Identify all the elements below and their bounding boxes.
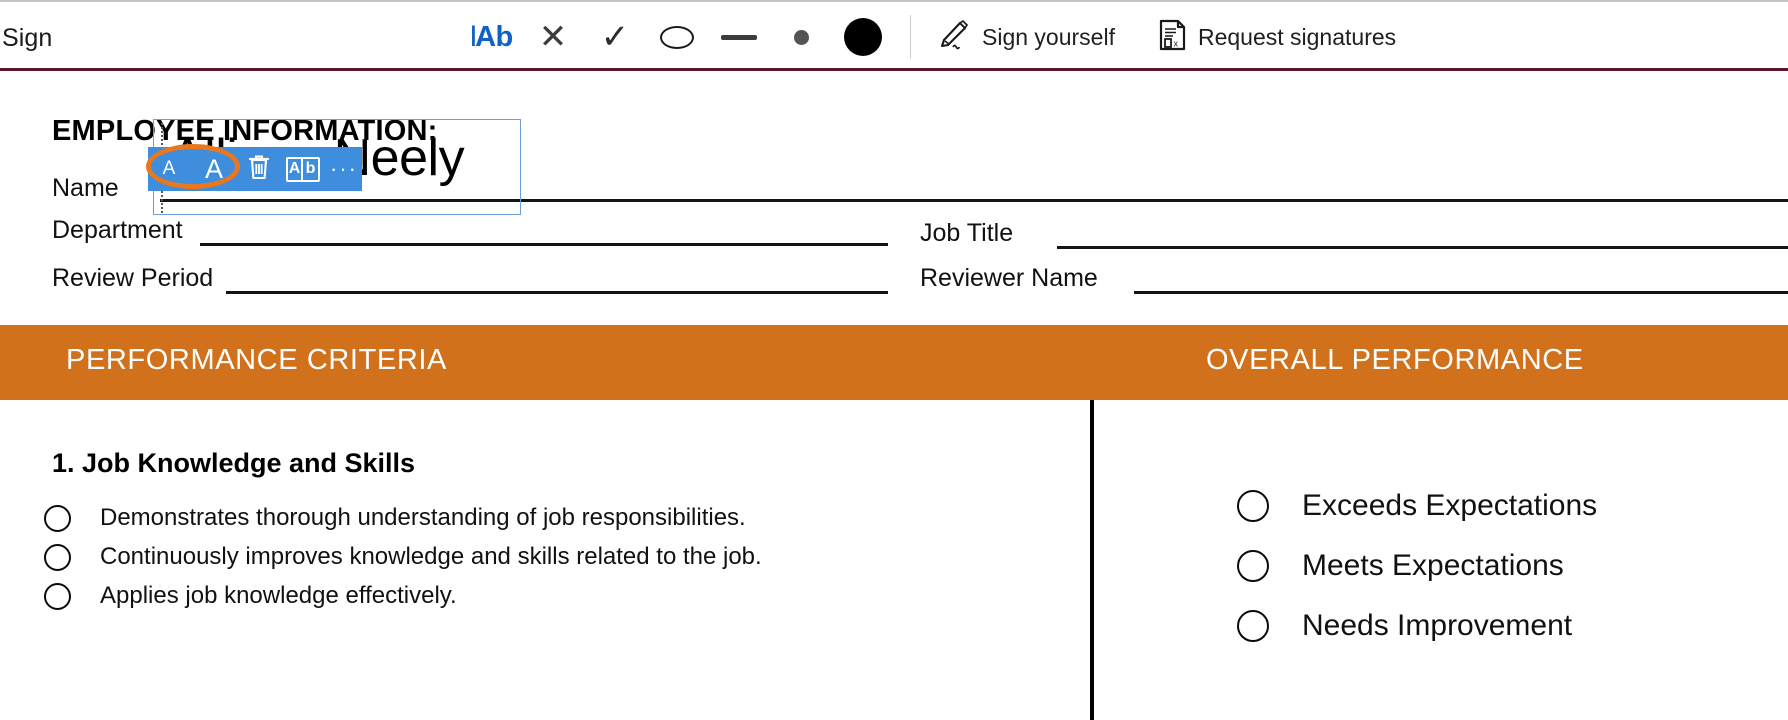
trash-icon — [248, 154, 270, 185]
document-canvas[interactable]: EMPLOYEE INFORMATION: Name Department Jo… — [0, 71, 1788, 720]
criteria-item-2[interactable]: Continuously improves knowledge and skil… — [44, 543, 762, 571]
field-label-review-period: Review Period — [52, 264, 214, 292]
field-label-name: Name — [52, 174, 119, 202]
banner-performance-criteria: PERFORMANCE CRITERIA — [66, 344, 447, 376]
section-banner: PERFORMANCE CRITERIA OVERALL PERFORMANCE — [0, 325, 1788, 400]
criteria-section-title: 1. Job Knowledge and Skills — [52, 448, 416, 478]
checkmark-icon: ✓ — [600, 18, 630, 56]
field-rule-department — [200, 243, 888, 246]
cross-tool-button[interactable]: ✕ — [522, 7, 584, 67]
top-toolbar: Sign I Ab ✕ ✓ Sign yourself x Request si… — [0, 0, 1788, 70]
svg-text:x: x — [1173, 38, 1178, 48]
text-tool-icon: I Ab — [469, 20, 513, 53]
criteria-radio-3[interactable] — [44, 582, 71, 610]
request-document-icon: x — [1159, 19, 1187, 56]
ellipsis-icon: ··· — [330, 156, 358, 181]
line-icon — [721, 34, 757, 40]
ab-icon-a: A — [288, 158, 303, 180]
font-large-label: A — [204, 153, 223, 184]
request-signatures-label: Request signatures — [1197, 23, 1397, 50]
criteria-label-1: Demonstrates thorough understanding of j… — [100, 504, 746, 531]
change-text-case-button[interactable]: A b — [280, 147, 326, 191]
rating-radio-exceeds[interactable] — [1237, 490, 1269, 522]
criteria-label-2: Continuously improves knowledge and skil… — [100, 543, 762, 570]
pen-signature-icon — [937, 19, 971, 55]
more-options-button[interactable]: ··· — [326, 147, 362, 191]
field-rule-job-title — [1057, 246, 1788, 249]
criteria-item-3[interactable]: Applies job knowledge effectively. — [44, 582, 457, 610]
large-dot-icon — [844, 18, 882, 56]
criteria-item-1[interactable]: Demonstrates thorough understanding of j… — [44, 504, 746, 532]
rating-option-needs-improvement[interactable]: Needs Improvement — [1237, 609, 1572, 643]
large-dot-tool-button[interactable] — [832, 7, 894, 67]
signing-app-window: Sign I Ab ✕ ✓ Sign yourself x Request si… — [0, 0, 1788, 720]
field-rule-reviewer-name — [1134, 291, 1788, 294]
toolbar-divider — [910, 15, 911, 59]
rating-label-meets: Meets Expectations — [1302, 549, 1564, 582]
text-tool-button[interactable]: I Ab — [460, 7, 522, 67]
annotation-tool-group: I Ab ✕ ✓ Sign yourself x Request signatu… — [460, 2, 1406, 72]
increase-font-size-button[interactable]: A — [190, 147, 238, 191]
line-tool-button[interactable] — [708, 7, 770, 67]
font-small-label: A — [162, 158, 176, 179]
ab-icon: A b — [286, 156, 320, 182]
field-label-department: Department — [52, 216, 183, 244]
column-divider — [1090, 400, 1094, 720]
criteria-radio-1[interactable] — [44, 504, 71, 532]
small-dot-icon — [793, 29, 809, 45]
rating-radio-needs-improvement[interactable] — [1237, 610, 1269, 642]
criteria-radio-2[interactable] — [44, 543, 71, 571]
field-rule-review-period — [226, 291, 888, 294]
checkmark-tool-button[interactable]: ✓ — [584, 7, 646, 67]
field-label-job-title: Job Title — [920, 219, 1014, 247]
cross-icon: ✕ — [538, 18, 568, 56]
page-title: Sign — [2, 24, 53, 52]
ab-icon-b: b — [305, 160, 316, 177]
criteria-label-3: Applies job knowledge effectively. — [100, 582, 457, 609]
rating-label-needs-improvement: Needs Improvement — [1302, 609, 1573, 642]
delete-annotation-button[interactable] — [238, 147, 280, 191]
rating-radio-meets[interactable] — [1237, 550, 1269, 582]
sign-yourself-label: Sign yourself — [982, 23, 1115, 50]
request-signatures-button[interactable]: x Request signatures — [1149, 13, 1406, 62]
sign-yourself-button[interactable]: Sign yourself — [927, 14, 1125, 61]
decrease-font-size-button[interactable]: A — [148, 147, 190, 191]
field-label-reviewer-name: Reviewer Name — [920, 264, 1098, 292]
rating-label-exceeds: Exceeds Expectations — [1302, 489, 1598, 522]
banner-overall-performance: OVERALL PERFORMANCE — [1206, 344, 1584, 376]
oval-tool-button[interactable] — [646, 7, 708, 67]
rating-option-meets[interactable]: Meets Expectations — [1237, 549, 1564, 583]
small-dot-tool-button[interactable] — [770, 7, 832, 67]
oval-icon — [660, 25, 694, 49]
toolbar-separator-rule — [0, 68, 1788, 71]
annotation-format-toolbar: A A A b ··· — [148, 147, 362, 191]
rating-option-exceeds[interactable]: Exceeds Expectations — [1237, 489, 1597, 523]
